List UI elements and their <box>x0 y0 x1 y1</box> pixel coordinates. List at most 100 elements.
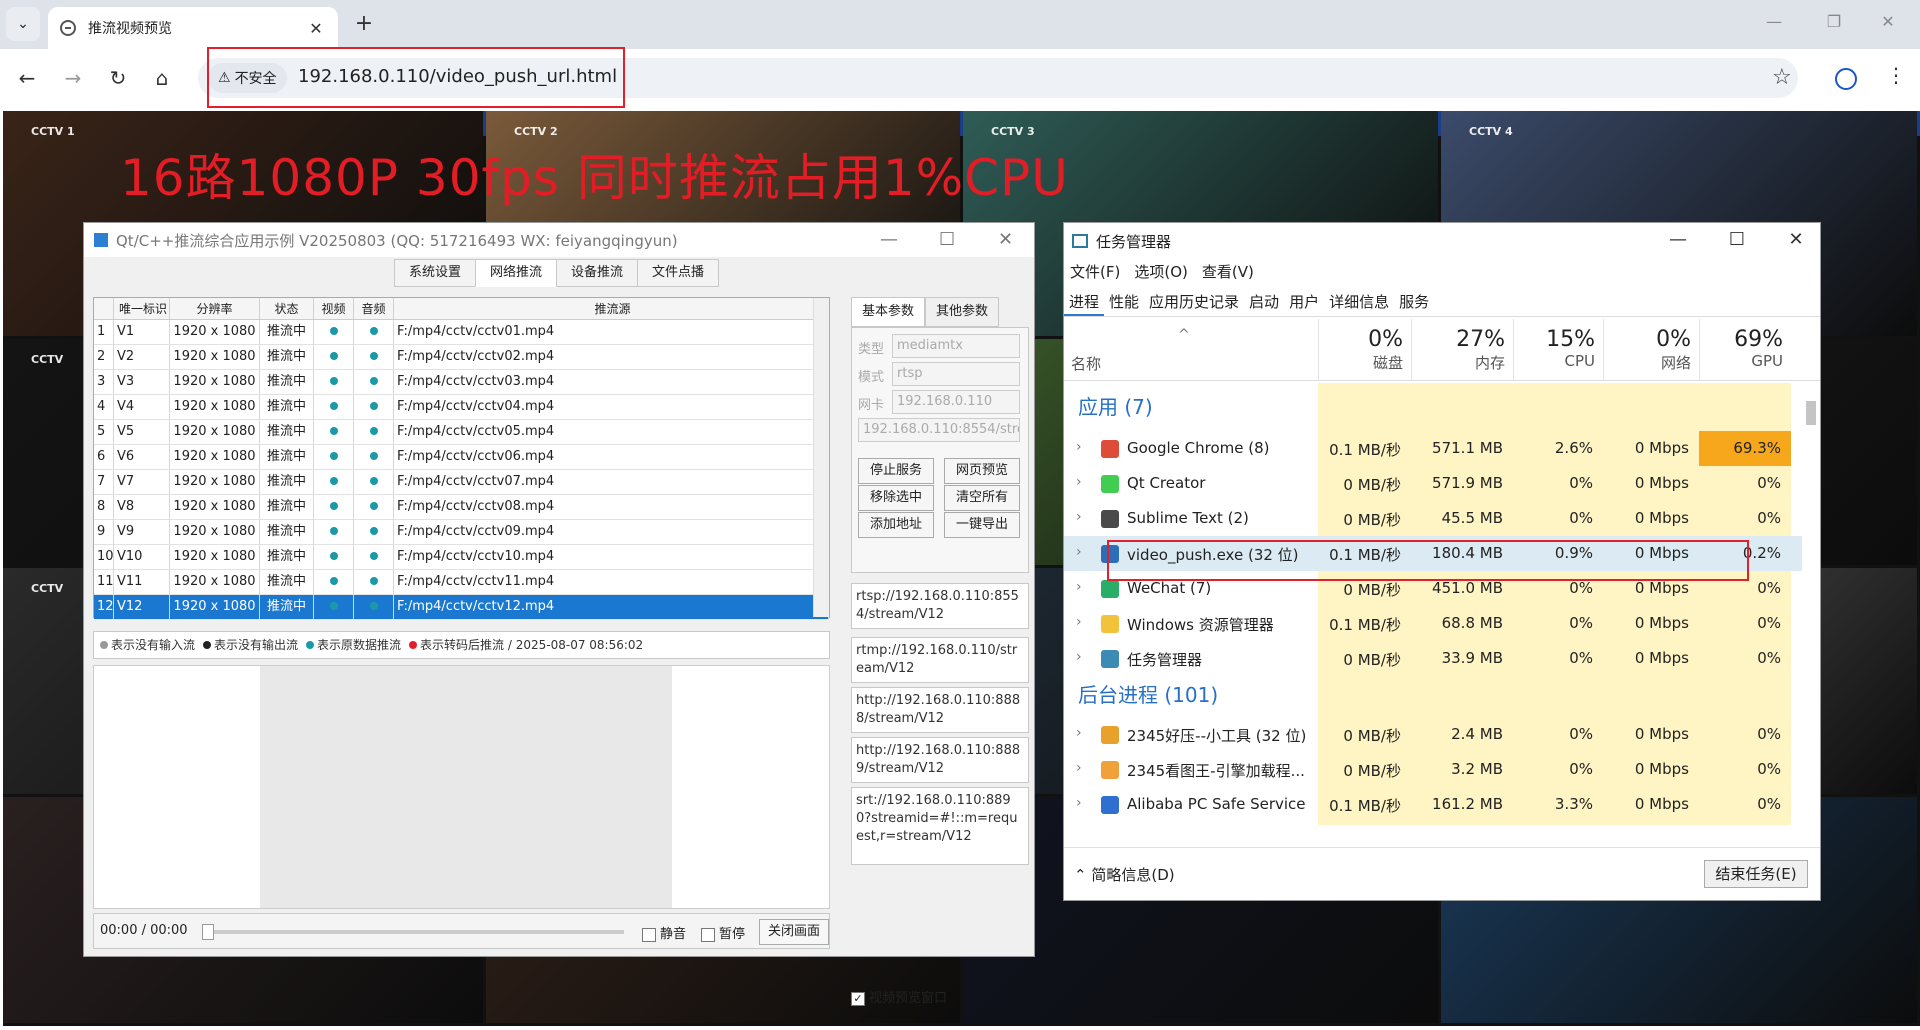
tm-maximize-icon[interactable]: ☐ <box>1717 229 1757 250</box>
profile-avatar-icon[interactable] <box>1835 68 1857 90</box>
mute-checkbox[interactable]: 静音 <box>642 923 686 942</box>
panel-button[interactable]: 一键导出 <box>944 512 1020 538</box>
param-tab[interactable]: 基本参数 <box>851 297 926 327</box>
process-row[interactable]: › Sublime Text (2) 0 MB/秒 45.5 MB 0% 0 Mbps 0% <box>1064 501 1804 536</box>
qt-minimize-icon[interactable]: — <box>880 229 898 250</box>
back-arrow-icon[interactable]: ← <box>12 63 42 93</box>
nic-select[interactable]: 192.168.0.110 <box>892 390 1020 414</box>
slider-handle[interactable] <box>202 924 214 940</box>
browser-menu-kebab-icon[interactable]: ⋮ <box>1886 63 1906 87</box>
mute-checkbox-box[interactable] <box>642 927 656 942</box>
resource-column-header[interactable]: 0% 网络 <box>1603 319 1699 381</box>
tab-2[interactable]: 网络推流 <box>475 259 558 287</box>
table-row[interactable]: 12 V12 1920 x 1080 推流中 F:/mp4/cctv/cctv12.mp… <box>94 595 829 620</box>
tab-close-icon[interactable]: ✕ <box>306 19 326 38</box>
name-column-header[interactable]: 名称 <box>1071 353 1101 374</box>
tab-1[interactable]: 系统设置 <box>394 259 477 287</box>
table-row[interactable]: 8 V8 1920 x 1080 推流中 F:/mp4/cctv/cctv08.mp4 <box>94 495 829 520</box>
expand-chevron-icon[interactable]: › <box>1076 544 1082 560</box>
column-header[interactable]: 视频 <box>314 298 354 319</box>
tab-4[interactable]: 文件点播 <box>637 259 720 287</box>
forward-arrow-icon[interactable]: → <box>58 63 88 93</box>
expand-chevron-icon[interactable]: › <box>1076 614 1082 630</box>
stream-url-box[interactable]: rtsp://192.168.0.110:8554/stream/V12 <box>851 583 1029 629</box>
tm-tab[interactable]: 启动 <box>1244 289 1284 316</box>
panel-button[interactable]: 网页预览 <box>944 458 1020 484</box>
type-select[interactable]: mediamtx <box>892 334 1020 358</box>
tab-search-chevron-icon[interactable]: ⌄ <box>6 7 40 41</box>
panel-button[interactable]: 停止服务 <box>858 458 934 484</box>
pause-checkbox[interactable]: 暂停 <box>701 923 745 942</box>
table-row[interactable]: 4 V4 1920 x 1080 推流中 F:/mp4/cctv/cctv04.mp4 <box>94 395 829 420</box>
new-tab-plus-icon[interactable]: + <box>350 11 378 39</box>
panel-button[interactable]: 移除选中 <box>858 485 934 511</box>
tm-tab[interactable]: 服务 <box>1394 289 1434 316</box>
home-icon[interactable]: ⌂ <box>147 63 177 93</box>
tm-minimize-icon[interactable]: — <box>1658 229 1698 250</box>
tm-tab[interactable]: 应用历史记录 <box>1144 289 1244 316</box>
table-row[interactable]: 3 V3 1920 x 1080 推流中 F:/mp4/cctv/cctv03.mp4 <box>94 370 829 395</box>
restore-icon[interactable]: ❐ <box>1814 12 1854 31</box>
column-header[interactable]: 状态 <box>260 298 314 319</box>
expand-chevron-icon[interactable]: › <box>1076 760 1082 776</box>
table-row[interactable]: 1 V1 1920 x 1080 推流中 F:/mp4/cctv/cctv01.mp4 <box>94 320 829 345</box>
bookmark-star-icon[interactable]: ☆ <box>1772 65 1792 90</box>
table-row[interactable]: 10 V10 1920 x 1080 推流中 F:/mp4/cctv/cctv10.mp… <box>94 545 829 570</box>
process-row[interactable]: › Alibaba PC Safe Service... 0.1 MB/秒 161.2… <box>1064 787 1804 822</box>
stream-url-box[interactable]: srt://192.168.0.110:8890?streamid=#!::m=… <box>851 787 1029 865</box>
column-header[interactable]: 唯一标识 <box>114 298 170 319</box>
column-header[interactable]: 分辨率 <box>170 298 260 319</box>
fewer-details-button[interactable]: ⌃ 简略信息(D) <box>1074 864 1175 885</box>
end-task-button[interactable]: 结束任务(E) <box>1704 860 1808 888</box>
column-header[interactable]: 音频 <box>354 298 394 319</box>
process-row[interactable]: › 2345看图王-引擎加载程... 0 MB/秒 3.2 MB 0% 0 Mbps 0% <box>1064 752 1804 787</box>
tm-tab[interactable]: 进程 <box>1064 289 1105 316</box>
process-row[interactable]: › 2345好压--小工具 (32 位) 0 MB/秒 2.4 MB 0% 0 Mbps 0… <box>1064 717 1804 752</box>
table-scrollbar[interactable] <box>813 298 829 617</box>
expand-chevron-icon[interactable]: › <box>1076 795 1082 811</box>
expand-chevron-icon[interactable]: › <box>1076 579 1082 595</box>
playback-slider[interactable] <box>202 924 624 940</box>
tm-scroll-thumb[interactable] <box>1806 401 1816 425</box>
column-header[interactable]: 推流源 <box>394 298 829 319</box>
resource-column-header[interactable]: 15% CPU <box>1513 319 1603 381</box>
panel-button[interactable]: 添加地址 <box>858 512 934 538</box>
expand-chevron-icon[interactable]: › <box>1076 474 1082 490</box>
expand-chevron-icon[interactable]: › <box>1076 725 1082 741</box>
stream-url-input[interactable]: 192.168.0.110:8554/stream <box>858 418 1020 442</box>
mode-select[interactable]: rtsp <box>892 362 1020 386</box>
table-row[interactable]: 9 V9 1920 x 1080 推流中 F:/mp4/cctv/cctv09.mp4 <box>94 520 829 545</box>
close-video-button[interactable]: 关闭画面 <box>759 919 829 945</box>
table-row[interactable]: 2 V2 1920 x 1080 推流中 F:/mp4/cctv/cctv02.mp4 <box>94 345 829 370</box>
qt-close-icon[interactable]: ✕ <box>998 229 1013 250</box>
minimize-icon[interactable]: — <box>1754 12 1794 31</box>
table-row[interactable]: 5 V5 1920 x 1080 推流中 F:/mp4/cctv/cctv05.mp4 <box>94 420 829 445</box>
tm-tab[interactable]: 用户 <box>1284 289 1324 316</box>
stream-url-box[interactable]: rtmp://192.168.0.110/stream/V12 <box>851 637 1029 683</box>
process-row[interactable]: › Windows 资源管理器 0.1 MB/秒 68.8 MB 0% 0 Mbps 0% <box>1064 606 1804 641</box>
menu-item[interactable]: 查看(V) <box>1202 261 1254 282</box>
browser-tab[interactable]: 推流视频预览 ✕ <box>48 7 338 49</box>
panel-button[interactable]: 清空所有 <box>944 485 1020 511</box>
table-row[interactable]: 6 V6 1920 x 1080 推流中 F:/mp4/cctv/cctv06.mp4 <box>94 445 829 470</box>
pause-checkbox-box[interactable] <box>701 927 715 942</box>
expand-chevron-icon[interactable]: › <box>1076 649 1082 665</box>
table-row[interactable]: 7 V7 1920 x 1080 推流中 F:/mp4/cctv/cctv07.mp4 <box>94 470 829 495</box>
tm-scrollbar[interactable] <box>1802 383 1820 825</box>
stream-url-box[interactable]: http://192.168.0.110:8889/stream/V12 <box>851 737 1029 783</box>
qt-maximize-icon[interactable]: ☐ <box>939 229 955 250</box>
process-row[interactable]: › Google Chrome (8) 0.1 MB/秒 571.1 MB 2.6% 0 … <box>1064 431 1804 466</box>
resource-column-header[interactable]: 0% 磁盘 <box>1318 319 1411 381</box>
process-row[interactable]: › Qt Creator 0 MB/秒 571.9 MB 0% 0 Mbps 0% <box>1064 466 1804 501</box>
stream-url-box[interactable]: http://192.168.0.110:8888/stream/V12 <box>851 687 1029 733</box>
resource-column-header[interactable]: 27% 内存 <box>1411 319 1513 381</box>
resource-column-header[interactable]: 69% GPU <box>1699 319 1791 381</box>
menu-item[interactable]: 文件(F) <box>1070 261 1120 282</box>
sort-chevron-icon[interactable]: ^ <box>1178 327 1190 343</box>
menu-item[interactable]: 选项(O) <box>1134 261 1188 282</box>
tm-tab[interactable]: 性能 <box>1104 289 1144 316</box>
tm-close-icon[interactable]: ✕ <box>1776 229 1816 250</box>
close-window-icon[interactable]: ✕ <box>1868 12 1908 31</box>
tab-3[interactable]: 设备推流 <box>556 259 639 287</box>
preview-window-checkbox[interactable]: ✓ 视频预览窗口 <box>851 987 947 1006</box>
